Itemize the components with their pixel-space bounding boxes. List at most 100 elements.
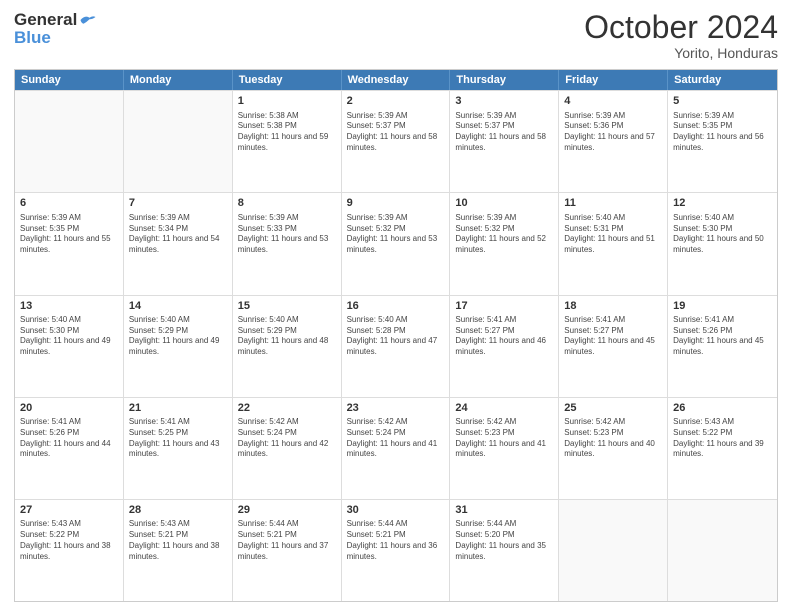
empty-cell (124, 91, 233, 192)
day-cell-8: 8Sunrise: 5:39 AMSunset: 5:33 PMDaylight… (233, 193, 342, 294)
header-day-tuesday: Tuesday (233, 70, 342, 90)
day-cell-6: 6Sunrise: 5:39 AMSunset: 5:35 PMDaylight… (15, 193, 124, 294)
day-number: 22 (238, 401, 336, 416)
day-number: 20 (20, 401, 118, 416)
sunset-text: Sunset: 5:22 PM (673, 428, 772, 439)
header-day-saturday: Saturday (668, 70, 777, 90)
day-cell-11: 11Sunrise: 5:40 AMSunset: 5:31 PMDayligh… (559, 193, 668, 294)
daylight-text: Daylight: 11 hours and 46 minutes. (455, 336, 553, 358)
calendar-page: General Blue October 2024 Yorito, Hondur… (0, 0, 792, 612)
day-number: 29 (238, 503, 336, 518)
day-cell-31: 31Sunrise: 5:44 AMSunset: 5:20 PMDayligh… (450, 500, 559, 601)
daylight-text: Daylight: 11 hours and 58 minutes. (455, 132, 553, 154)
day-cell-9: 9Sunrise: 5:39 AMSunset: 5:32 PMDaylight… (342, 193, 451, 294)
day-number: 25 (564, 401, 662, 416)
day-cell-20: 20Sunrise: 5:41 AMSunset: 5:26 PMDayligh… (15, 398, 124, 499)
day-number: 17 (455, 299, 553, 314)
logo: General Blue (14, 10, 97, 48)
empty-cell (668, 500, 777, 601)
sunset-text: Sunset: 5:26 PM (673, 326, 772, 337)
daylight-text: Daylight: 11 hours and 35 minutes. (455, 541, 553, 563)
sunrise-text: Sunrise: 5:39 AM (673, 111, 772, 122)
sunset-text: Sunset: 5:24 PM (238, 428, 336, 439)
daylight-text: Daylight: 11 hours and 55 minutes. (20, 234, 118, 256)
day-cell-24: 24Sunrise: 5:42 AMSunset: 5:23 PMDayligh… (450, 398, 559, 499)
header-day-thursday: Thursday (450, 70, 559, 90)
day-cell-2: 2Sunrise: 5:39 AMSunset: 5:37 PMDaylight… (342, 91, 451, 192)
logo-blue-text: Blue (14, 28, 51, 48)
title-area: October 2024 Yorito, Honduras (584, 10, 778, 61)
day-number: 5 (673, 94, 772, 109)
day-cell-27: 27Sunrise: 5:43 AMSunset: 5:22 PMDayligh… (15, 500, 124, 601)
sunset-text: Sunset: 5:25 PM (129, 428, 227, 439)
sunrise-text: Sunrise: 5:44 AM (347, 519, 445, 530)
daylight-text: Daylight: 11 hours and 39 minutes. (673, 439, 772, 461)
daylight-text: Daylight: 11 hours and 38 minutes. (129, 541, 227, 563)
header-day-monday: Monday (124, 70, 233, 90)
calendar-row-2: 6Sunrise: 5:39 AMSunset: 5:35 PMDaylight… (15, 192, 777, 294)
sunset-text: Sunset: 5:31 PM (564, 224, 662, 235)
empty-cell (559, 500, 668, 601)
day-cell-21: 21Sunrise: 5:41 AMSunset: 5:25 PMDayligh… (124, 398, 233, 499)
day-cell-26: 26Sunrise: 5:43 AMSunset: 5:22 PMDayligh… (668, 398, 777, 499)
sunset-text: Sunset: 5:27 PM (564, 326, 662, 337)
sunset-text: Sunset: 5:23 PM (564, 428, 662, 439)
day-number: 27 (20, 503, 118, 518)
location-subtitle: Yorito, Honduras (584, 45, 778, 61)
month-title: October 2024 (584, 10, 778, 45)
daylight-text: Daylight: 11 hours and 58 minutes. (347, 132, 445, 154)
daylight-text: Daylight: 11 hours and 49 minutes. (129, 336, 227, 358)
day-cell-3: 3Sunrise: 5:39 AMSunset: 5:37 PMDaylight… (450, 91, 559, 192)
day-number: 28 (129, 503, 227, 518)
day-number: 14 (129, 299, 227, 314)
daylight-text: Daylight: 11 hours and 38 minutes. (20, 541, 118, 563)
day-number: 21 (129, 401, 227, 416)
day-number: 30 (347, 503, 445, 518)
day-number: 6 (20, 196, 118, 211)
day-number: 9 (347, 196, 445, 211)
sunset-text: Sunset: 5:20 PM (455, 530, 553, 541)
sunset-text: Sunset: 5:32 PM (455, 224, 553, 235)
sunset-text: Sunset: 5:30 PM (20, 326, 118, 337)
sunrise-text: Sunrise: 5:40 AM (564, 213, 662, 224)
day-number: 3 (455, 94, 553, 109)
sunrise-text: Sunrise: 5:43 AM (673, 417, 772, 428)
sunrise-text: Sunrise: 5:42 AM (347, 417, 445, 428)
sunrise-text: Sunrise: 5:40 AM (129, 315, 227, 326)
day-cell-17: 17Sunrise: 5:41 AMSunset: 5:27 PMDayligh… (450, 296, 559, 397)
day-cell-18: 18Sunrise: 5:41 AMSunset: 5:27 PMDayligh… (559, 296, 668, 397)
sunrise-text: Sunrise: 5:39 AM (455, 213, 553, 224)
day-cell-16: 16Sunrise: 5:40 AMSunset: 5:28 PMDayligh… (342, 296, 451, 397)
sunrise-text: Sunrise: 5:40 AM (238, 315, 336, 326)
sunrise-text: Sunrise: 5:41 AM (673, 315, 772, 326)
day-number: 24 (455, 401, 553, 416)
sunset-text: Sunset: 5:24 PM (347, 428, 445, 439)
daylight-text: Daylight: 11 hours and 57 minutes. (564, 132, 662, 154)
sunrise-text: Sunrise: 5:42 AM (238, 417, 336, 428)
sunset-text: Sunset: 5:21 PM (347, 530, 445, 541)
daylight-text: Daylight: 11 hours and 48 minutes. (238, 336, 336, 358)
sunrise-text: Sunrise: 5:42 AM (455, 417, 553, 428)
daylight-text: Daylight: 11 hours and 41 minutes. (455, 439, 553, 461)
daylight-text: Daylight: 11 hours and 36 minutes. (347, 541, 445, 563)
sunset-text: Sunset: 5:32 PM (347, 224, 445, 235)
sunrise-text: Sunrise: 5:41 AM (455, 315, 553, 326)
day-cell-29: 29Sunrise: 5:44 AMSunset: 5:21 PMDayligh… (233, 500, 342, 601)
logo-text: General (14, 10, 77, 30)
sunset-text: Sunset: 5:28 PM (347, 326, 445, 337)
sunset-text: Sunset: 5:37 PM (455, 121, 553, 132)
sunset-text: Sunset: 5:29 PM (238, 326, 336, 337)
day-cell-12: 12Sunrise: 5:40 AMSunset: 5:30 PMDayligh… (668, 193, 777, 294)
sunrise-text: Sunrise: 5:40 AM (347, 315, 445, 326)
day-cell-4: 4Sunrise: 5:39 AMSunset: 5:36 PMDaylight… (559, 91, 668, 192)
sunrise-text: Sunrise: 5:42 AM (564, 417, 662, 428)
sunrise-text: Sunrise: 5:41 AM (129, 417, 227, 428)
sunset-text: Sunset: 5:36 PM (564, 121, 662, 132)
day-cell-14: 14Sunrise: 5:40 AMSunset: 5:29 PMDayligh… (124, 296, 233, 397)
calendar-header: SundayMondayTuesdayWednesdayThursdayFrid… (15, 70, 777, 90)
day-cell-25: 25Sunrise: 5:42 AMSunset: 5:23 PMDayligh… (559, 398, 668, 499)
daylight-text: Daylight: 11 hours and 53 minutes. (238, 234, 336, 256)
sunset-text: Sunset: 5:33 PM (238, 224, 336, 235)
day-cell-30: 30Sunrise: 5:44 AMSunset: 5:21 PMDayligh… (342, 500, 451, 601)
calendar-row-1: 1Sunrise: 5:38 AMSunset: 5:38 PMDaylight… (15, 90, 777, 192)
